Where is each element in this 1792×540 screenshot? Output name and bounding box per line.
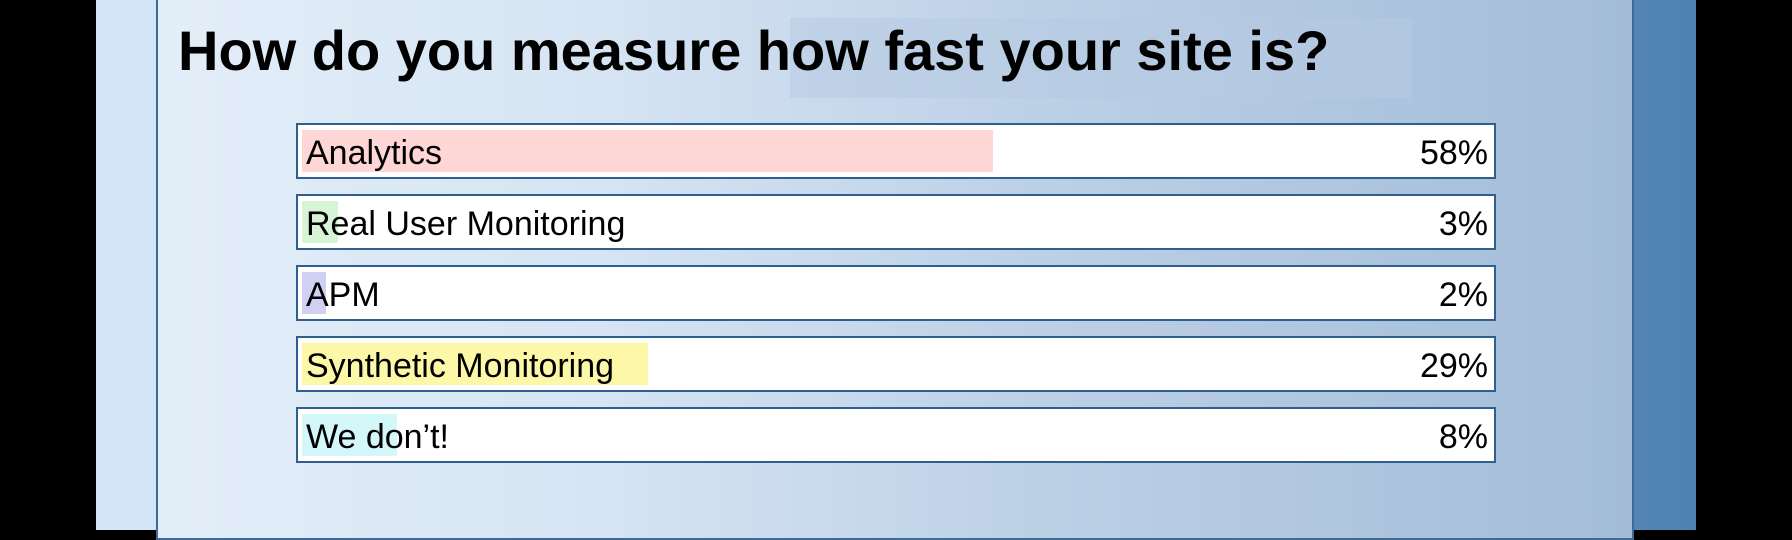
data-label: 29% [1419,347,1488,385]
category-label: We don’t! [306,418,450,456]
chart-title: How do you measure how fast your site is… [178,19,1330,82]
bar-row: We don’t! 8% [296,407,1496,463]
bar-row: Real User Monitoring 3% [296,194,1496,250]
data-label: 2% [1438,276,1488,314]
category-label: Real User Monitoring [306,205,626,243]
data-label: 8% [1438,418,1488,456]
bar-row: Synthetic Monitoring 29% [296,336,1496,392]
data-label: 3% [1438,205,1488,243]
data-label: 58% [1419,134,1488,172]
category-label: APM [306,276,380,314]
bar-row: APM 2% [296,265,1496,321]
category-label: Synthetic Monitoring [306,347,615,385]
bar-row: Analytics 58% [296,123,1496,179]
category-label: Analytics [306,134,443,172]
bar-chart: Analytics 58% Real User Monitoring 3% APM 2% S… [296,123,1496,478]
